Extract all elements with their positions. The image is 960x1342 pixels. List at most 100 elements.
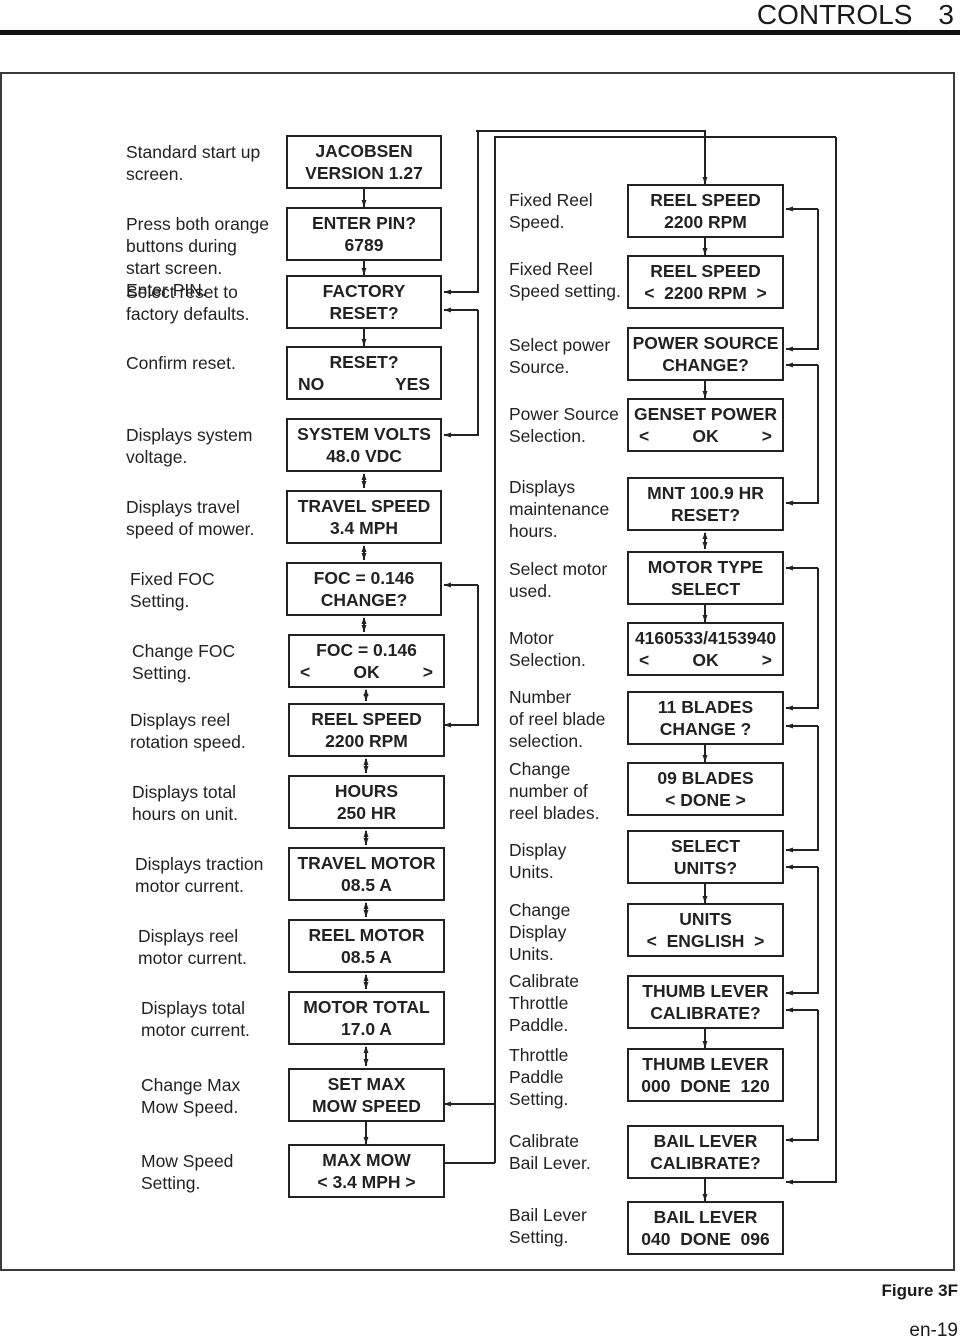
display-screen: MOTOR TOTAL 17.0 A <box>288 991 445 1045</box>
step-description: Select power Source. <box>509 335 611 377</box>
screen-line: < ENGLISH > <box>646 931 765 951</box>
step-description: Display Units. <box>509 840 567 882</box>
display-screen: UNITS < ENGLISH > <box>627 903 784 957</box>
screen-line: CHANGE? <box>662 355 749 375</box>
step-description: Displays travel speed of mower. <box>126 497 255 539</box>
screen-line: 17.0 A <box>341 1019 392 1039</box>
step-description: Mow Speed Setting. <box>141 1151 234 1193</box>
screen-line: 000 DONE 120 <box>641 1076 770 1096</box>
step-description: Power Source Selection. <box>509 404 619 446</box>
screen-line: BAIL LEVER <box>653 1207 758 1227</box>
display-screen: TRAVEL SPEED 3.4 MPH <box>286 490 442 544</box>
screen-line: UNITS? <box>673 858 738 878</box>
screen-line: RESET? <box>329 303 399 323</box>
screen-option: > <box>422 662 433 682</box>
display-screen: MOTOR TYPE SELECT <box>627 551 784 605</box>
screen-line: 11 BLADES <box>657 697 754 717</box>
display-screen: REEL SPEED < 2200 RPM > <box>627 255 784 309</box>
screen-line-options: < OK > <box>290 661 443 683</box>
screen-line: 08.5 A <box>341 947 392 967</box>
step-description: Displays traction motor current. <box>135 854 264 896</box>
screen-option: OK <box>692 426 719 446</box>
screen-line: < DONE > <box>665 790 746 810</box>
screen-line-options: NO YES <box>288 373 440 395</box>
screen-line: SET MAX <box>327 1074 406 1094</box>
screen-line: CHANGE ? <box>659 719 752 739</box>
screen-line: CALIBRATE? <box>650 1153 761 1173</box>
display-screen: SET MAX MOW SPEED <box>288 1068 445 1122</box>
display-screen: TRAVEL MOTOR 08.5 A <box>288 847 445 901</box>
step-description: Displays total motor current. <box>141 998 250 1040</box>
step-description: Throttle Paddle Setting. <box>509 1045 569 1109</box>
step-description: Change Display Units. <box>509 900 571 964</box>
screen-option: NO <box>298 374 325 394</box>
screen-line: 2200 RPM <box>325 731 408 751</box>
step-description: Motor Selection. <box>509 628 586 670</box>
step-description: Displays total hours on unit. <box>132 782 239 824</box>
screen-line: MOTOR TYPE <box>647 557 764 577</box>
section-name: CONTROLS <box>756 0 913 30</box>
step-description: Bail Lever Setting. <box>509 1205 587 1247</box>
display-screen: GENSET POWER < OK > <box>627 398 784 452</box>
step-description: Calibrate Bail Lever. <box>509 1131 591 1173</box>
step-description: Displays reel rotation speed. <box>130 710 246 752</box>
step-description: Select reset to factory defaults. <box>126 282 250 324</box>
screen-line: POWER SOURCE <box>632 333 779 353</box>
step-description: Confirm reset. <box>126 353 236 373</box>
screen-option: < <box>639 650 650 670</box>
screen-line: RESET? <box>670 505 741 525</box>
screen-line: RESET? <box>329 352 399 372</box>
screen-option: OK <box>692 650 719 670</box>
display-screen: FOC = 0.146 < OK > <box>288 634 445 688</box>
step-description: Fixed Reel Speed. <box>509 190 593 232</box>
screen-line: REEL SPEED <box>311 709 422 729</box>
screen-line: HOURS <box>334 781 399 801</box>
screen-line: THUMB LEVER <box>642 981 769 1001</box>
screen-option: > <box>761 426 772 446</box>
display-screen: BAIL LEVER CALIBRATE? <box>627 1125 784 1179</box>
display-screen: MAX MOW < 3.4 MPH > <box>288 1144 445 1198</box>
screen-option: YES <box>394 374 430 394</box>
screen-option: OK <box>353 662 380 682</box>
screen-line: TRAVEL MOTOR <box>297 853 436 873</box>
screen-line: 48.0 VDC <box>326 446 402 466</box>
display-screen: REEL MOTOR 08.5 A <box>288 919 445 973</box>
display-screen: THUMB LEVER CALIBRATE? <box>627 975 784 1029</box>
screen-line: REEL SPEED <box>650 190 761 210</box>
display-screen: SYSTEM VOLTS 48.0 VDC <box>286 418 442 472</box>
display-screen: 09 BLADES < DONE > <box>627 762 784 816</box>
display-screen: THUMB LEVER 000 DONE 120 <box>627 1048 784 1102</box>
screen-line: JACOBSEN <box>315 141 413 161</box>
screen-line: GENSET POWER <box>634 404 777 424</box>
display-screen: MNT 100.9 HR RESET? <box>627 477 784 531</box>
screen-line: 040 DONE 096 <box>641 1229 770 1249</box>
screen-line: CALIBRATE? <box>650 1003 761 1023</box>
screen-line: FOC = 0.146 <box>316 640 417 660</box>
step-description: Change FOC Setting. <box>132 641 236 683</box>
display-screen: 11 BLADES CHANGE ? <box>627 691 784 745</box>
screen-line: 09 BLADES <box>657 768 754 788</box>
display-screen: JACOBSEN VERSION 1.27 <box>286 135 442 189</box>
step-description: Select motor used. <box>509 559 608 601</box>
screen-line-options: < OK > <box>629 649 782 671</box>
step-description: Fixed Reel Speed setting. <box>509 259 621 301</box>
step-description: Change Max Mow Speed. <box>141 1075 241 1117</box>
screen-line: BAIL LEVER <box>653 1131 758 1151</box>
display-screen: POWER SOURCE CHANGE? <box>627 327 784 381</box>
step-description: Calibrate Throttle Paddle. <box>509 971 580 1035</box>
screen-line: FACTORY <box>322 281 406 301</box>
step-description: Displays system voltage. <box>126 425 253 467</box>
step-description: Displays reel motor current. <box>138 926 247 968</box>
screen-line: 250 HR <box>336 803 397 823</box>
screen-line-options: < OK > <box>629 425 782 447</box>
screen-line: REEL SPEED <box>650 261 761 281</box>
screen-line: SELECT <box>670 579 741 599</box>
section-title: CONTROLS 3 <box>757 0 954 30</box>
display-screen: FACTORY RESET? <box>286 275 442 329</box>
screen-option: < <box>639 426 650 446</box>
figure-label: Figure 3F <box>881 1281 958 1300</box>
screen-line: 08.5 A <box>341 875 392 895</box>
screen-line: SYSTEM VOLTS <box>297 424 431 444</box>
screen-line: MAX MOW <box>322 1150 411 1170</box>
display-screen: 4160533/4153940 < OK > <box>627 622 784 676</box>
